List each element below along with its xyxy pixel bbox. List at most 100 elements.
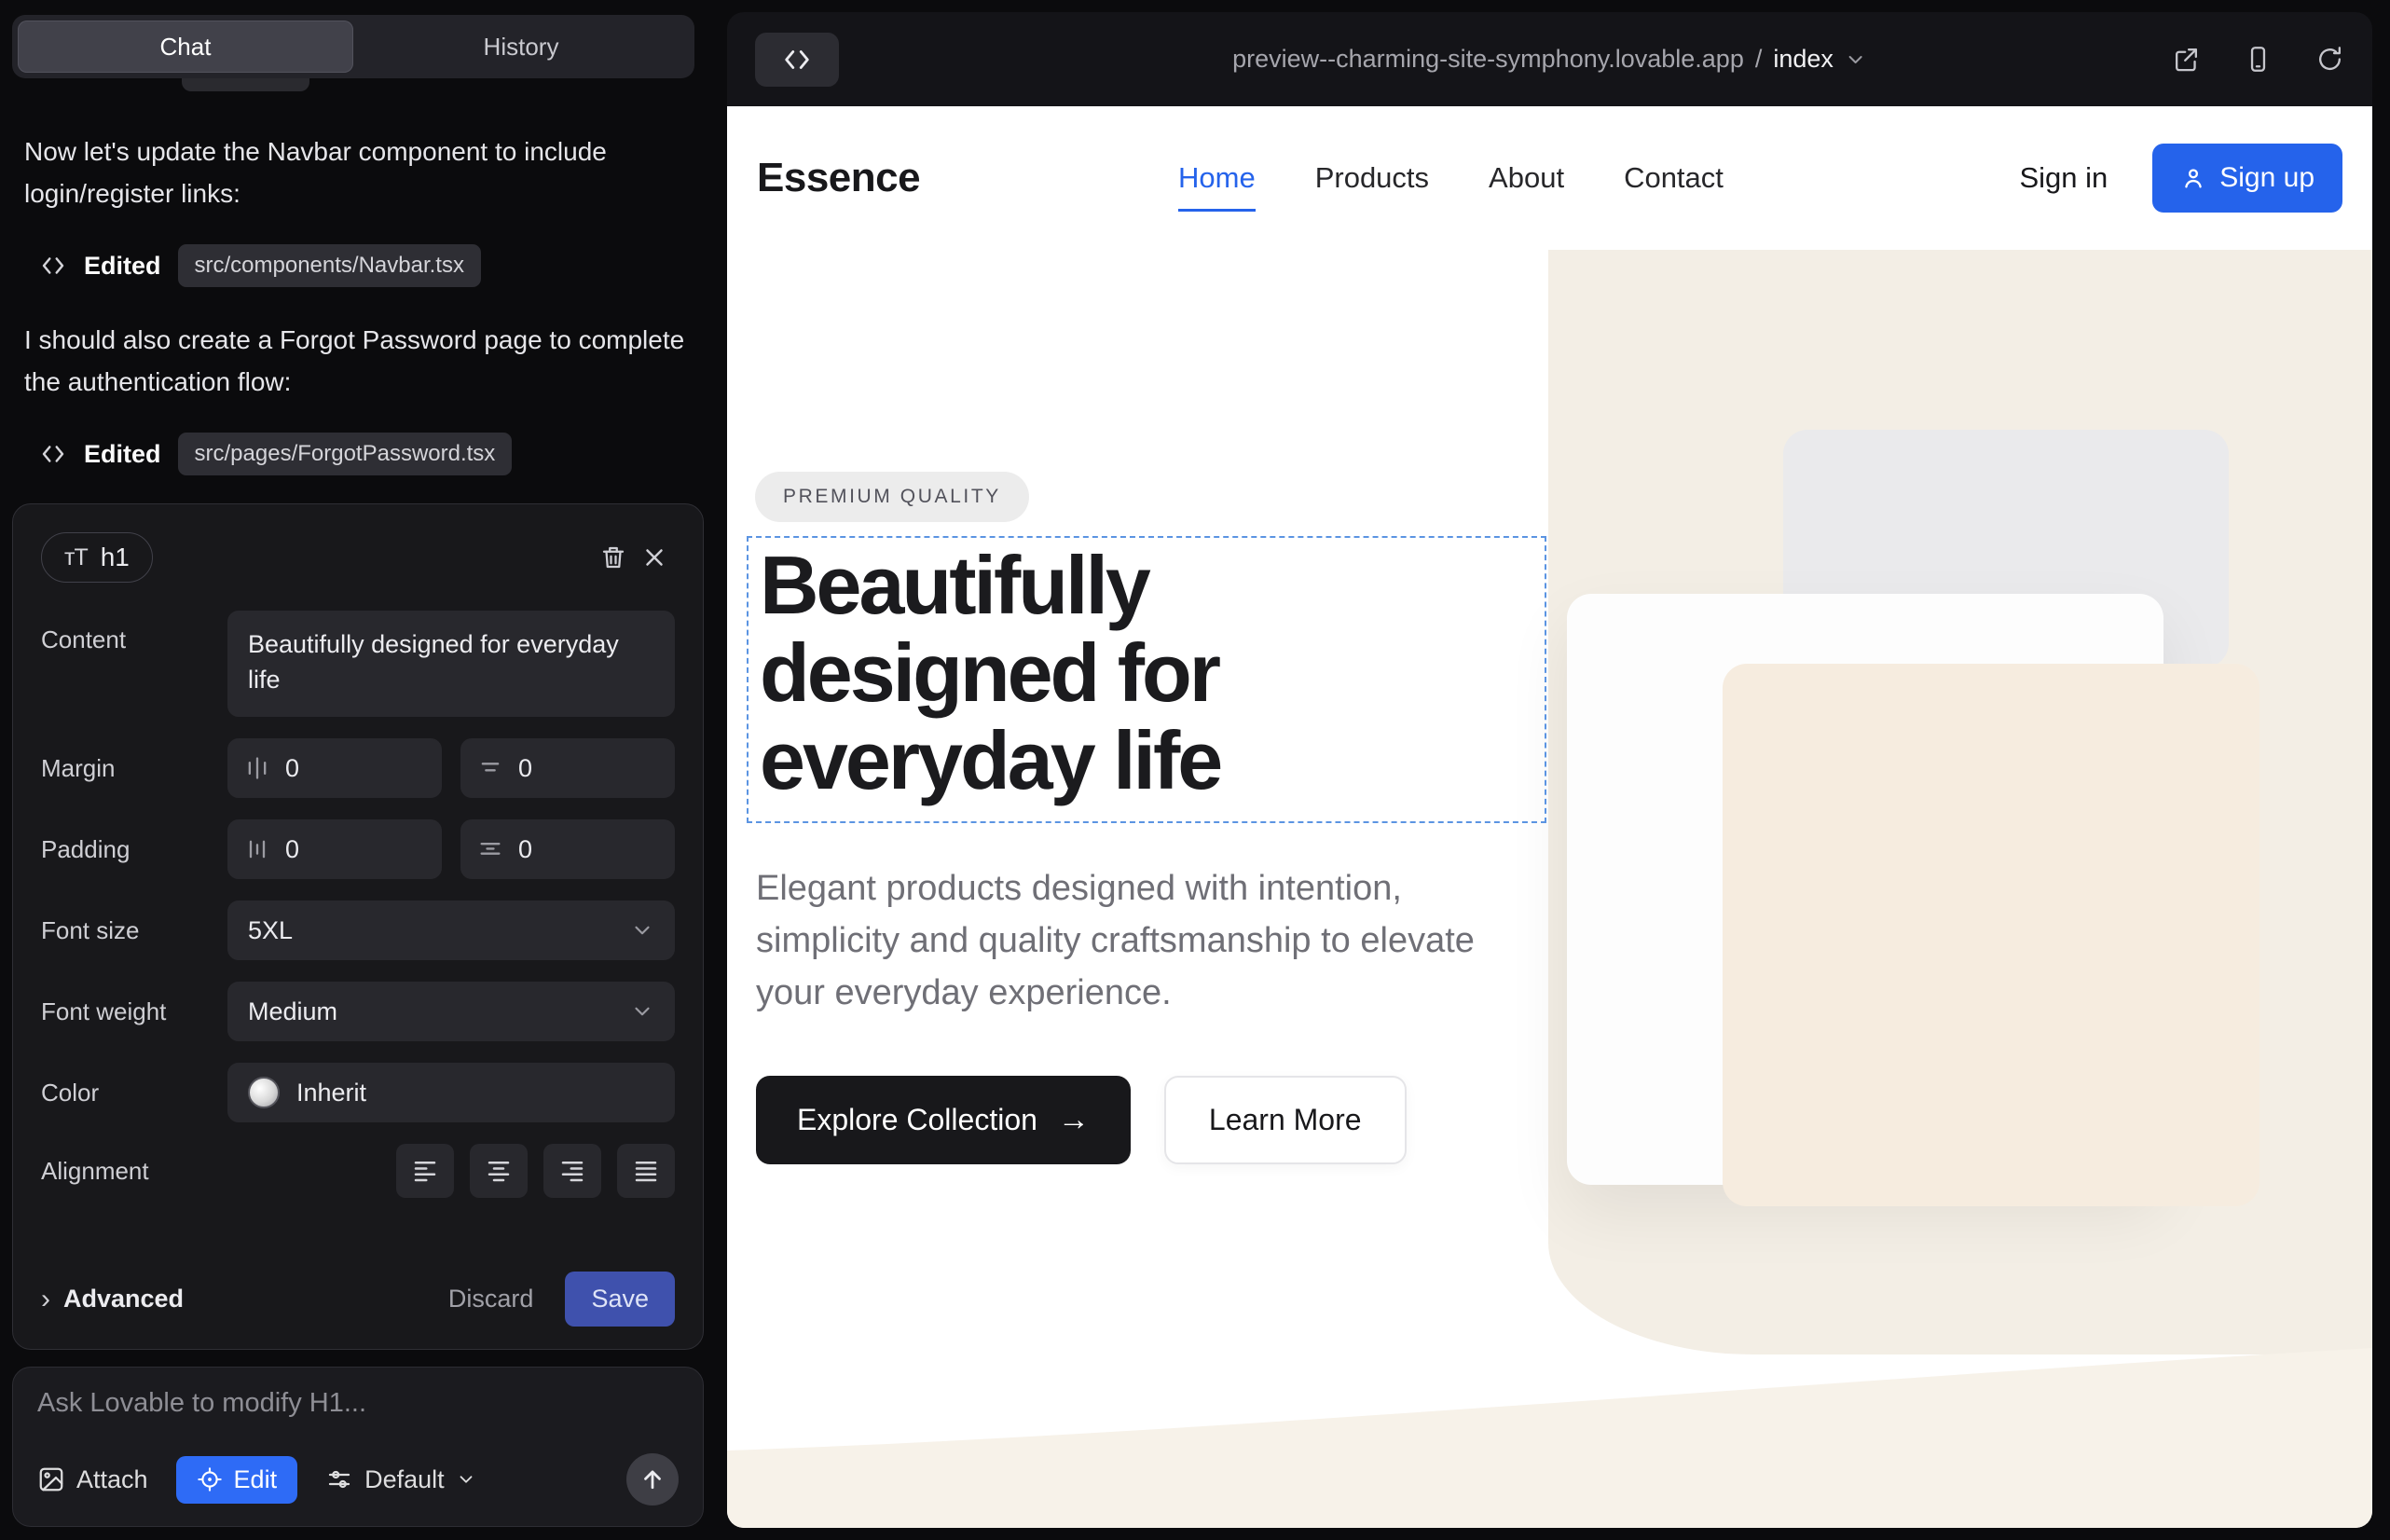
file-chip-navbar[interactable]: src/components/Navbar.tsx xyxy=(178,244,481,287)
align-justify-icon xyxy=(632,1157,660,1185)
color-picker-control[interactable]: Inherit xyxy=(227,1063,675,1122)
attach-icon xyxy=(37,1465,65,1493)
chat-message: I should also create a Forgot Password p… xyxy=(24,319,690,404)
learn-more-button[interactable]: Learn More xyxy=(1164,1076,1407,1164)
advanced-toggle[interactable]: › Advanced xyxy=(41,1284,184,1315)
font-size-select[interactable]: 5XL xyxy=(227,901,675,960)
color-label: Color xyxy=(41,1079,227,1107)
sign-up-button[interactable]: Sign up xyxy=(2152,144,2342,213)
padding-label: Padding xyxy=(41,835,227,864)
chevron-down-icon xyxy=(630,999,654,1024)
nav-link-contact[interactable]: Contact xyxy=(1624,161,1724,195)
site-logo[interactable]: Essence xyxy=(757,155,920,201)
edited-label: Edited xyxy=(84,440,161,469)
tab-history[interactable]: History xyxy=(353,21,689,73)
browser-actions xyxy=(2172,45,2344,74)
align-right-icon xyxy=(558,1157,586,1185)
align-justify-button[interactable] xyxy=(617,1144,675,1198)
nav-auth: Sign in Sign up xyxy=(2019,144,2342,213)
send-button[interactable] xyxy=(626,1453,679,1506)
alignment-label: Alignment xyxy=(41,1157,227,1186)
edit-mode-button[interactable]: Edit xyxy=(176,1456,298,1504)
padding-horizontal-input[interactable]: 0 xyxy=(460,819,675,879)
element-tag-name: h1 xyxy=(101,543,130,572)
align-right-button[interactable] xyxy=(543,1144,601,1198)
selected-h1-element[interactable]: Beautifully designed for everyday life xyxy=(747,536,1546,823)
color-swatch xyxy=(248,1077,280,1108)
margin-horizontal-input[interactable]: 0 xyxy=(460,738,675,798)
font-size-row: Font size 5XL xyxy=(41,901,675,960)
nav-link-about[interactable]: About xyxy=(1489,161,1564,195)
save-button[interactable]: Save xyxy=(565,1272,675,1327)
code-icon xyxy=(39,440,67,468)
url-page: index xyxy=(1773,45,1834,74)
arrow-up-icon xyxy=(639,1465,666,1493)
chat-panel: Chat History Now let's update the Navbar… xyxy=(0,0,725,1540)
chevron-down-icon xyxy=(456,1469,476,1490)
code-icon xyxy=(781,44,813,76)
close-inspector-button[interactable] xyxy=(634,537,675,578)
chat-input[interactable] xyxy=(37,1388,679,1419)
edited-file-row: Edited src/components/Navbar.tsx xyxy=(39,242,481,289)
url-host: preview--charming-site-symphony.lovable.… xyxy=(1232,45,1744,74)
padding-horizontal-icon xyxy=(477,836,503,862)
padding-vertical-icon xyxy=(244,836,270,862)
hero-heading[interactable]: Beautifully designed for everyday life xyxy=(749,538,1545,804)
chat-composer: Attach Edit Default xyxy=(12,1367,704,1527)
margin-vertical-input[interactable]: 0 xyxy=(227,738,442,798)
default-mode-select[interactable]: Default xyxy=(325,1465,476,1494)
site-viewport: Essence Home Products About Contact Sign… xyxy=(727,106,2372,1528)
font-size-label: Font size xyxy=(41,916,227,945)
url-separator: / xyxy=(1755,45,1763,74)
hero-paragraph: Elegant products designed with intention… xyxy=(756,863,1520,1020)
refresh-icon[interactable] xyxy=(2315,45,2344,74)
code-view-toggle[interactable] xyxy=(755,33,839,87)
explore-collection-button[interactable]: Explore Collection → xyxy=(756,1076,1131,1164)
inspector-header: тT h1 xyxy=(41,527,675,588)
align-left-icon xyxy=(411,1157,439,1185)
nav-links: Home Products About Contact xyxy=(1178,161,1724,195)
nav-link-home[interactable]: Home xyxy=(1178,161,1256,195)
element-tag-pill: тT h1 xyxy=(41,532,153,583)
hero-cta-row: Explore Collection → Learn More xyxy=(756,1076,1407,1164)
nav-link-products[interactable]: Products xyxy=(1315,161,1429,195)
chat-message: Now let's update the Navbar component to… xyxy=(24,131,690,215)
target-icon xyxy=(197,1466,223,1492)
edited-file-row: Edited src/pages/ForgotPassword.tsx xyxy=(39,431,512,477)
margin-vertical-icon xyxy=(244,755,270,781)
mobile-preview-icon[interactable] xyxy=(2244,45,2273,74)
content-label: Content xyxy=(41,611,227,654)
preview-window: preview--charming-site-symphony.lovable.… xyxy=(727,12,2372,1528)
padding-vertical-input[interactable]: 0 xyxy=(227,819,442,879)
font-weight-row: Font weight Medium xyxy=(41,982,675,1041)
align-center-button[interactable] xyxy=(470,1144,528,1198)
content-textarea[interactable]: Beautifully designed for everyday life xyxy=(227,611,675,717)
open-external-icon[interactable] xyxy=(2172,45,2201,74)
edited-label: Edited xyxy=(84,252,161,281)
site-navbar: Essence Home Products About Contact Sign… xyxy=(727,106,2372,250)
align-center-icon xyxy=(485,1157,513,1185)
margin-row: Margin 0 0 xyxy=(41,738,675,798)
sliders-icon xyxy=(325,1465,353,1493)
font-weight-label: Font weight xyxy=(41,997,227,1026)
delete-element-button[interactable] xyxy=(593,537,634,578)
chevron-right-icon: › xyxy=(41,1284,50,1315)
margin-horizontal-icon xyxy=(477,755,503,781)
inspector-footer: › Advanced Discard Save xyxy=(41,1262,675,1327)
typography-icon: тT xyxy=(64,544,88,571)
content-row: Content Beautifully designed for everyda… xyxy=(41,611,675,717)
url-bar[interactable]: preview--charming-site-symphony.lovable.… xyxy=(1232,45,1867,74)
align-left-button[interactable] xyxy=(396,1144,454,1198)
element-inspector-panel: тT h1 Content Beautifully designed for e… xyxy=(12,503,704,1350)
user-icon xyxy=(2180,165,2206,191)
font-weight-select[interactable]: Medium xyxy=(227,982,675,1041)
lovable-editor: Chat History Now let's update the Navbar… xyxy=(0,0,2390,1540)
panel-tabs: Chat History xyxy=(12,15,694,78)
discard-button[interactable]: Discard xyxy=(448,1285,534,1313)
file-chip-forgot-password[interactable]: src/pages/ForgotPassword.tsx xyxy=(178,433,513,475)
tab-chat[interactable]: Chat xyxy=(18,21,353,73)
attach-button[interactable]: Attach xyxy=(37,1465,148,1494)
padding-row: Padding 0 0 xyxy=(41,819,675,879)
premium-quality-badge: PREMIUM QUALITY xyxy=(755,472,1029,522)
sign-in-link[interactable]: Sign in xyxy=(2019,161,2108,195)
